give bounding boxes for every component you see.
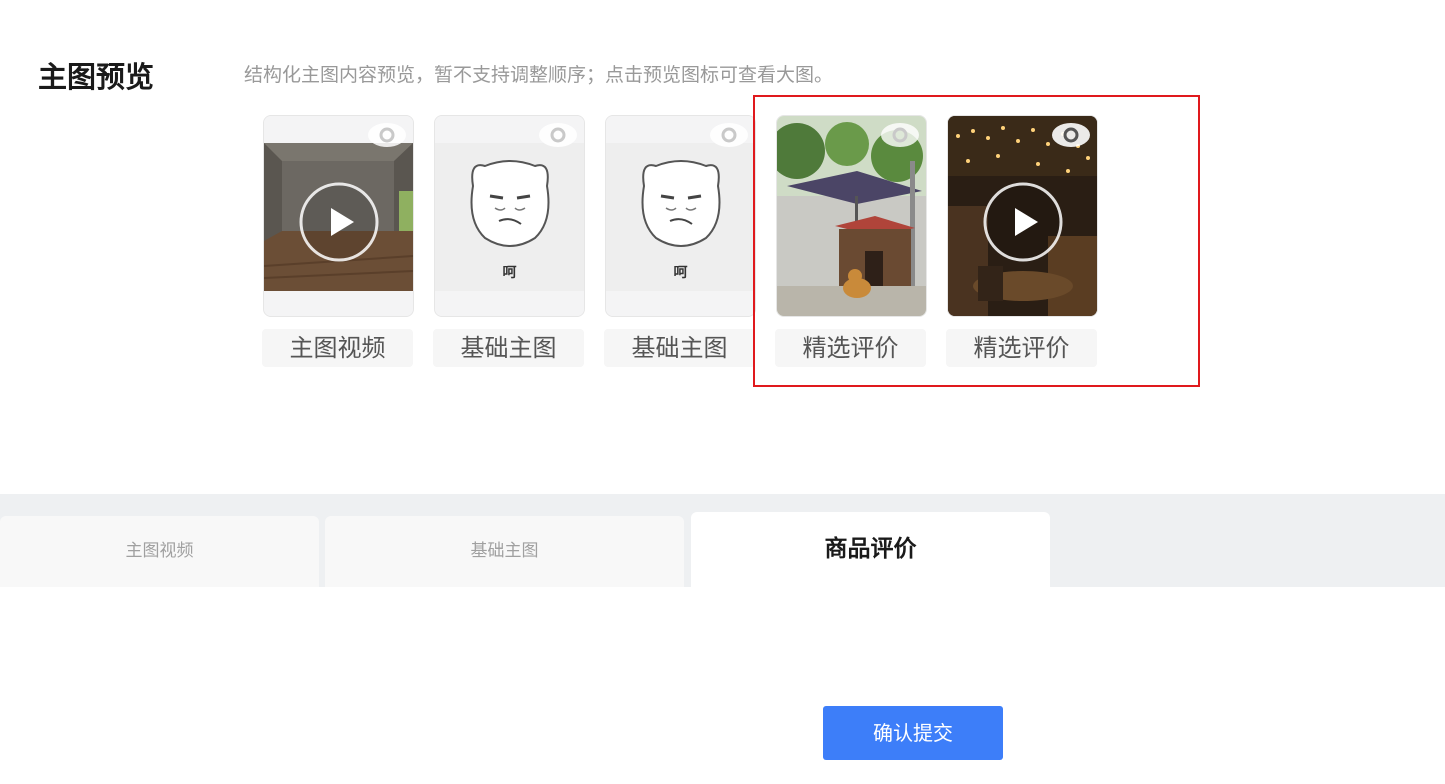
preview-card-label: 基础主图 xyxy=(604,329,755,367)
preview-card-label: 主图视频 xyxy=(262,329,413,367)
preview-card-label: 基础主图 xyxy=(433,329,584,367)
image-caption: 呵 xyxy=(673,265,688,281)
section-title: 主图预览 xyxy=(38,60,155,94)
section-description: 结构化主图内容预览，暂不支持调整顺序；点击预览图标可查看大图。 xyxy=(244,64,834,86)
preview-card-basic-image-2[interactable]: 呵 xyxy=(605,115,756,317)
highlight-box xyxy=(753,95,1200,387)
tab-basic-image[interactable]: 基础主图 xyxy=(325,516,684,587)
preview-card-basic-image-1[interactable]: 呵 xyxy=(434,115,585,317)
confirm-submit-button[interactable]: 确认提交 xyxy=(823,706,1003,760)
preview-card-main-video[interactable] xyxy=(263,115,414,317)
tab-main-video[interactable]: 主图视频 xyxy=(0,516,319,587)
play-icon[interactable] xyxy=(298,181,380,263)
tab-product-review[interactable]: 商品评价 xyxy=(691,512,1050,587)
image-caption: 呵 xyxy=(502,265,517,281)
eye-icon[interactable] xyxy=(367,120,407,150)
eye-icon[interactable] xyxy=(538,120,578,150)
eye-icon[interactable] xyxy=(709,120,749,150)
